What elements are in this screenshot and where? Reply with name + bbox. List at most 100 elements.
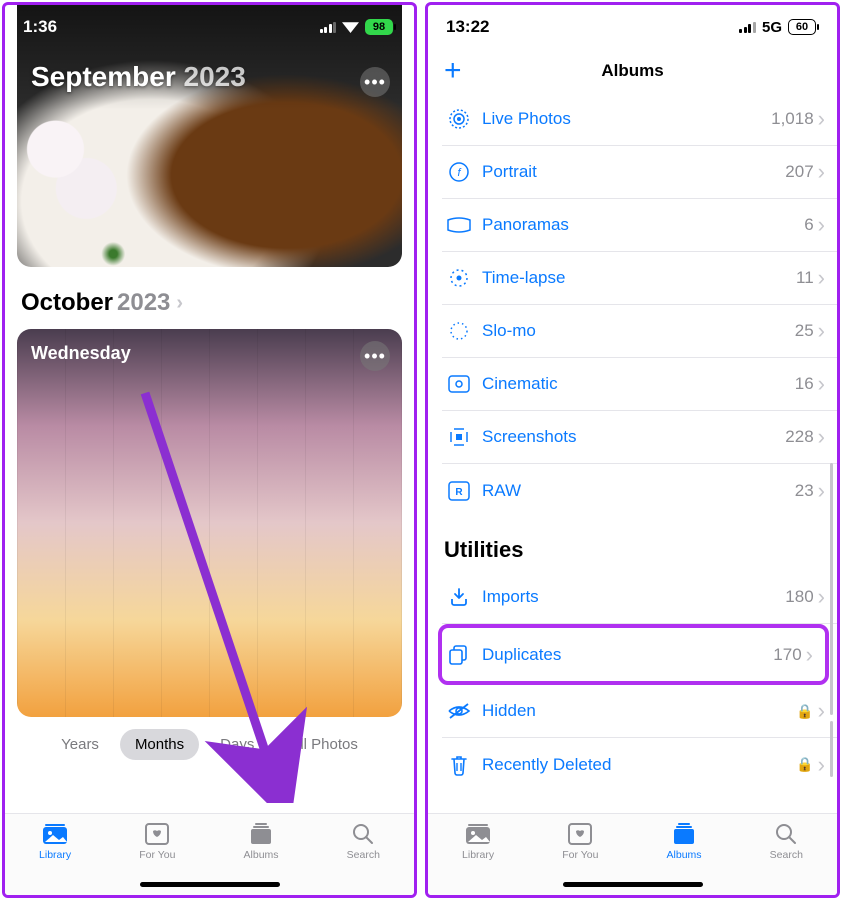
section-header-utilities: Utilities [428, 517, 837, 571]
row-label: RAW [482, 481, 795, 501]
row-label: Recently Deleted [482, 755, 796, 775]
row-count: 16 [795, 374, 814, 394]
highlight-duplicates: Duplicates170› [438, 624, 829, 685]
slomo-icon [442, 320, 476, 342]
status-time: 13:22 [446, 17, 489, 37]
chevron-right-icon: › [806, 642, 813, 668]
cellular-icon [320, 22, 337, 33]
tab-search[interactable]: Search [770, 822, 803, 895]
chevron-right-icon: › [818, 265, 825, 291]
row-count: 6 [804, 215, 813, 235]
segment-all[interactable]: All Photos [275, 729, 373, 760]
media-row-raw[interactable]: R RAW23› [442, 464, 837, 517]
row-count: 228 [785, 427, 813, 447]
live-icon [442, 108, 476, 130]
row-label: Portrait [482, 162, 785, 182]
tab-library[interactable]: Library [462, 822, 494, 895]
row-label: Duplicates [482, 645, 773, 665]
home-indicator[interactable] [563, 882, 703, 887]
time-scope-segment: Years Months Days All Photos [5, 729, 414, 760]
row-label: Hidden [482, 701, 796, 721]
for-you-icon [566, 822, 594, 846]
media-row-panoramas[interactable]: Panoramas6› [442, 199, 837, 252]
month-card-title: September 2023 [31, 61, 246, 93]
row-count: 11 [796, 268, 814, 288]
for-you-icon [143, 822, 171, 846]
library-icon [41, 822, 69, 846]
albums-icon [247, 822, 275, 846]
library-icon [464, 822, 492, 846]
tab-bar: Library For You Albums Search [5, 813, 414, 895]
day-card-label: Wednesday [31, 343, 131, 364]
imports-icon [442, 587, 476, 607]
row-count: 1,018 [771, 109, 814, 129]
chevron-right-icon: › [818, 371, 825, 397]
nav-bar: + Albums [428, 49, 837, 93]
media-row-slo-mo[interactable]: Slo-mo25› [442, 305, 837, 358]
month-header-october[interactable]: October 2023 › [21, 289, 398, 317]
dup-icon [442, 644, 476, 666]
home-indicator[interactable] [140, 882, 280, 887]
day-card-wednesday[interactable]: Wednesday ••• [17, 329, 402, 717]
raw-icon: R [442, 481, 476, 501]
page-title: Albums [601, 61, 663, 81]
chevron-right-icon: › [818, 478, 825, 504]
segment-years[interactable]: Years [46, 729, 114, 760]
chevron-right-icon: › [176, 292, 183, 315]
add-button[interactable]: + [444, 61, 462, 81]
chevron-right-icon: › [818, 212, 825, 238]
screenshot-icon [442, 426, 476, 448]
more-button[interactable]: ••• [360, 341, 390, 371]
chevron-right-icon: › [818, 424, 825, 450]
scroll-indicator[interactable] [830, 721, 833, 777]
network-label: 5G [762, 19, 782, 36]
media-row-time-lapse[interactable]: Time-lapse11› [442, 252, 837, 305]
battery-icon: 98 [365, 19, 396, 35]
row-label: Time-lapse [482, 268, 796, 288]
scroll-indicator[interactable] [830, 463, 833, 715]
utilities-list: Imports180›Duplicates170›Hidden🔒›Recentl… [428, 571, 837, 791]
chevron-right-icon: › [818, 584, 825, 610]
wifi-icon [342, 21, 359, 33]
trash-icon [442, 754, 476, 776]
search-icon [349, 822, 377, 846]
row-label: Imports [482, 587, 785, 607]
row-count: 170 [773, 645, 801, 665]
segment-months[interactable]: Months [120, 729, 199, 760]
battery-icon: 60 [788, 19, 819, 35]
row-label: Slo-mo [482, 321, 795, 341]
chevron-right-icon: › [818, 752, 825, 778]
pano-icon [442, 217, 476, 233]
lock-icon: 🔒 [796, 756, 813, 773]
util-row-hidden[interactable]: Hidden🔒› [442, 685, 837, 738]
cellular-icon [739, 22, 756, 33]
tab-search[interactable]: Search [347, 822, 380, 895]
status-time: 1:36 [23, 17, 57, 37]
media-types-list: Live Photos1,018›fPortrait207›Panoramas6… [428, 93, 837, 517]
util-row-imports[interactable]: Imports180› [442, 571, 837, 624]
util-row-duplicates[interactable]: Duplicates170› [442, 628, 825, 681]
row-label: Cinematic [482, 374, 795, 394]
tab-library[interactable]: Library [39, 822, 71, 895]
row-label: Live Photos [482, 109, 771, 129]
status-bar: 1:36 98 [5, 5, 414, 49]
row-label: Panoramas [482, 215, 804, 235]
row-label: Screenshots [482, 427, 785, 447]
media-row-screenshots[interactable]: Screenshots228› [442, 411, 837, 464]
search-icon [772, 822, 800, 846]
media-row-portrait[interactable]: fPortrait207› [442, 146, 837, 199]
media-row-cinematic[interactable]: Cinematic16› [442, 358, 837, 411]
row-count: 23 [795, 481, 814, 501]
more-button[interactable]: ••• [360, 67, 390, 97]
segment-days[interactable]: Days [205, 729, 269, 760]
tab-bar: Library For You Albums Search [428, 813, 837, 895]
row-count: 180 [785, 587, 813, 607]
cinematic-icon [442, 375, 476, 393]
util-row-recently-deleted[interactable]: Recently Deleted🔒 › [442, 738, 837, 791]
row-count: 207 [785, 162, 813, 182]
svg-text:R: R [455, 487, 463, 498]
media-row-live-photos[interactable]: Live Photos1,018› [442, 93, 837, 146]
chevron-right-icon: › [818, 698, 825, 724]
row-count: 25 [795, 321, 814, 341]
portrait-icon: f [442, 161, 476, 183]
